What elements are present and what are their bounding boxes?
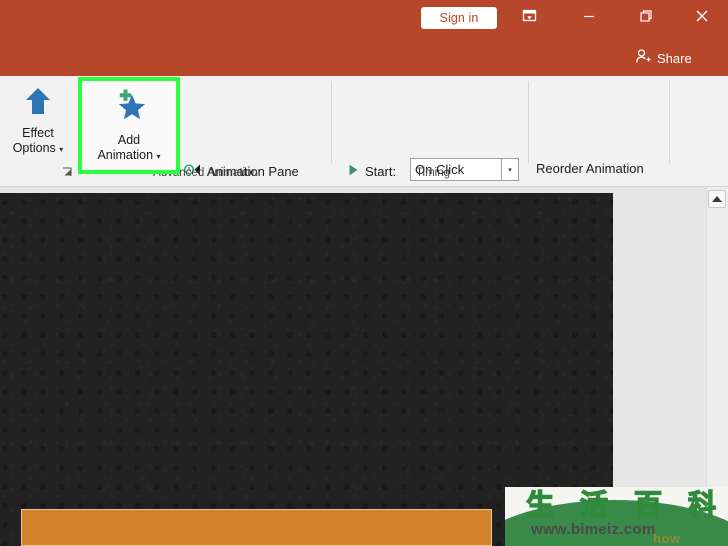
add-animation-line2: Animation <box>97 148 154 162</box>
chevron-down-icon[interactable]: ▾ <box>59 145 63 154</box>
watermark-ghost-text: how <box>653 531 681 546</box>
timing-group-label: Timing <box>415 167 451 179</box>
group-separator <box>528 81 529 163</box>
minimize-icon <box>582 9 596 28</box>
star-plus-icon <box>109 87 149 128</box>
share-button[interactable]: Share <box>635 47 692 69</box>
group-separator <box>331 81 332 163</box>
powerpoint-window: Sign in Share Effect Options ▾ Animation… <box>0 0 728 546</box>
add-animation-highlight: Add Animation ▾ <box>78 77 180 174</box>
add-animation-button[interactable]: Add Animation ▾ <box>82 81 176 170</box>
watermark-char-1: 生 <box>525 488 555 521</box>
person-add-icon <box>635 48 652 68</box>
watermark-char-3: 百 <box>633 488 662 521</box>
chevron-down-icon[interactable]: ▾ <box>157 152 161 161</box>
share-label: Share <box>657 50 692 66</box>
minimize-button[interactable] <box>574 5 604 31</box>
scroll-up-button[interactable] <box>708 190 726 208</box>
restore-icon <box>639 9 653 28</box>
sign-in-button[interactable]: Sign in <box>421 7 497 29</box>
sign-in-label: Sign in <box>439 11 479 25</box>
add-animation-label: Add Animation ▾ <box>97 133 160 164</box>
effect-options-line2: Options <box>12 141 56 155</box>
watermark: 生 活 百 科 www.bimeiz.com how <box>505 487 728 546</box>
watermark-char-4: 科 <box>687 488 716 521</box>
slide-orange-shape[interactable] <box>21 509 492 546</box>
scroll-up-arrow-icon <box>712 196 722 202</box>
add-animation-line1: Add <box>117 133 141 147</box>
close-button[interactable] <box>687 5 717 31</box>
ribbon-display-options-button[interactable] <box>514 5 544 31</box>
watermark-url: www.bimeiz.com <box>531 521 656 538</box>
title-bar: Sign in Share <box>0 0 728 76</box>
ribbon-display-options-icon <box>522 8 537 28</box>
effect-options-button[interactable]: Effect Options ▾ <box>4 81 72 161</box>
effect-options-label: Effect Options ▾ <box>13 126 64 157</box>
restore-button[interactable] <box>631 5 661 31</box>
group-separator <box>669 81 670 163</box>
blue-up-arrow-icon <box>22 85 54 122</box>
effect-options-line1: Effect <box>22 126 54 140</box>
close-icon <box>694 8 710 29</box>
watermark-chinese-text: 生 活 百 科 <box>525 488 716 521</box>
watermark-char-2: 活 <box>579 488 608 521</box>
